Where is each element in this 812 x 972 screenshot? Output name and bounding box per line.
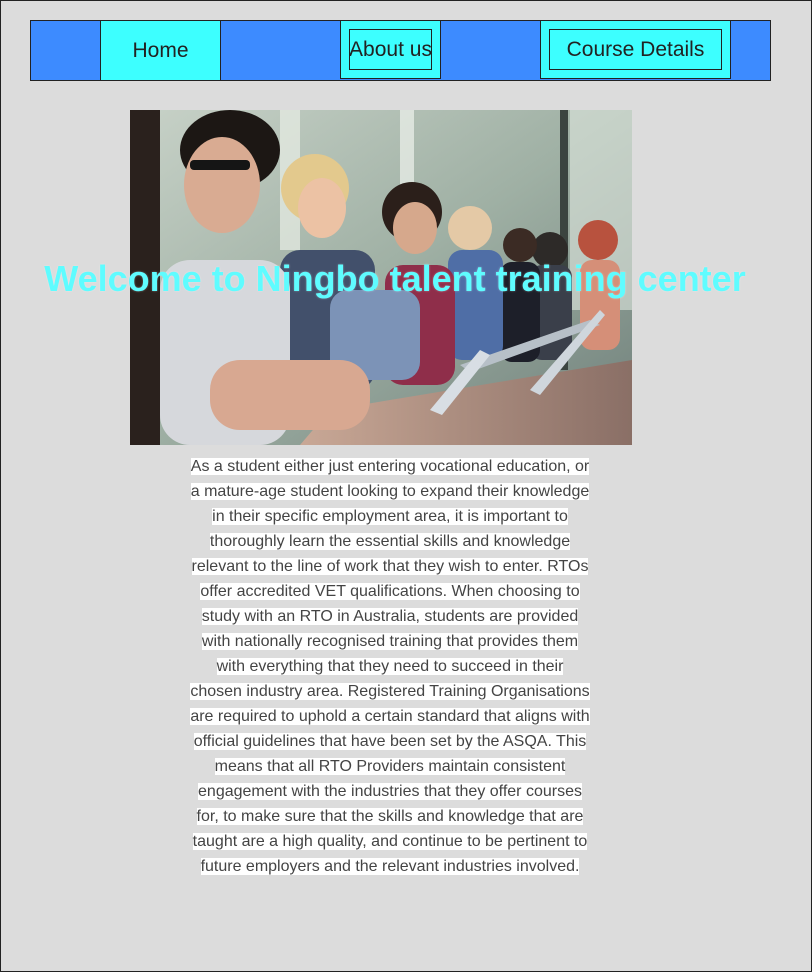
intro-paragraph: As a student either just entering vocati… [190,454,590,879]
nav-course-button[interactable]: Course Details [540,20,731,79]
nav-bar: Home About us Course Details [30,20,771,81]
nav-home-button[interactable]: Home [100,21,221,80]
nav-about-label: About us [349,37,432,61]
hero-title: Welcome to Ningbo talent training center [44,258,746,299]
nav-course-label: Course Details [566,37,705,61]
intro-paragraph-text: As a student either just entering vocati… [190,458,590,875]
nav-about-button[interactable]: About us [340,20,441,79]
nav-home-label: Home [132,38,189,62]
